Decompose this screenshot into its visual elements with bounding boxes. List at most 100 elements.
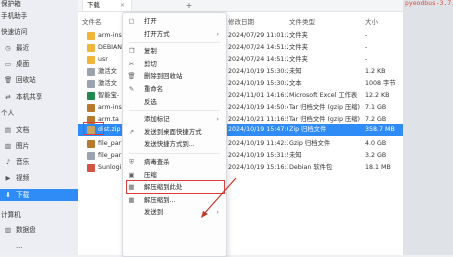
file-type: Gzip 归档文件 [289,140,331,147]
video-icon: ▶ [5,174,11,182]
column-header-modified[interactable]: 修改日期 [228,17,254,27]
menu-item[interactable]: ▢ 打开 [123,15,226,27]
cut-icon: ✂ [128,59,135,68]
sidebar-item-label: 数据盘 [16,226,36,234]
sidebar-section-header: 个人 [0,107,78,119]
sidebar-item-label: 桌面 [16,60,30,68]
sidebar-item-label: 最近 [16,44,30,52]
file-type: 文本 [289,80,302,87]
sidebar-item[interactable]: ▭ 桌面 [0,58,78,70]
menu-item-label: 添加标记 [144,115,170,124]
menu-item[interactable]: ▣ 压缩 [123,169,226,181]
tab-bar: 下载 × + [78,0,403,12]
file-modified: 2024/10/19 15:16:12 [228,164,288,171]
menu-item-label: 打开 [144,17,157,25]
menu-item-label: 发送到 [144,208,164,217]
shield-icon: ⛨ [129,158,134,166]
menu-item-label: 剪切 [144,59,157,68]
file-type: 文件夹 [289,56,308,63]
sidebar-item[interactable]: 🗑 回收站 [0,74,78,86]
menu-item[interactable]: ⛨ 病毒查杀 [123,156,226,168]
file-modified: 2024/10/19 14:50:49 [228,104,288,111]
file-modified: 2024/10/19 11:42:36 [228,140,288,147]
column-header-type[interactable]: 文件类型 [289,17,315,27]
sidebar-item-label: 计算机 [1,211,21,219]
file-size: 18.1 MB [365,164,391,171]
file-modified: 2024/07/29 11:01:28 [228,32,288,39]
menu-item-label: 发送快捷方式到... [144,140,195,149]
share-icon: ⇄ [5,93,11,101]
file-type: 未知 [289,152,302,159]
file-modified: 2024/10/19 15:30:20 [228,68,288,75]
folder-icon [87,32,95,40]
folder-icon [87,44,95,52]
sidebar-item-label: ... [16,242,23,250]
column-header-size[interactable]: 大小 [365,17,378,27]
menu-item-label: 删除到回收站 [144,72,183,81]
file-modified: 2024/11/01 14:16:26 [228,92,288,99]
archive-icon [87,104,95,112]
new-tab-button[interactable]: + [184,0,194,11]
document-icon: ▤ [4,126,12,134]
sidebar-item-label: 回收站 [16,76,36,84]
file-size: 1.2 KB [365,68,386,75]
sidebar-item[interactable]: ⬇ 下载 [0,189,78,201]
column-header-name[interactable]: 文件名 [82,17,102,27]
tab-close-icon[interactable]: × [120,1,125,9]
file-size: - [365,32,368,39]
download-icon: ⬇ [5,191,11,199]
deb-icon [87,164,95,172]
file-size: 1008 字节 [365,80,396,87]
sidebar-item-label: 手机助手 [1,12,28,20]
desktop-icon: ▭ [4,60,12,68]
filename-highlight-box [83,122,104,135]
sidebar-item-label: 图片 [16,142,30,150]
archive-icon [87,140,95,148]
menu-item[interactable]: ↗ 发送到桌面快捷方式 [123,126,226,138]
file-type: 未知 [289,68,302,75]
menu-item-highlight-box [126,180,225,195]
file-modified: 2024/07/24 14:51:28 [228,56,288,63]
sidebar-item[interactable]: ⇄ 本机共享 [0,91,78,103]
menu-item[interactable]: 反选 [123,96,226,108]
rename-icon: ✎ [128,85,135,93]
picture-icon: ▨ [4,142,12,150]
sidebar-item-label: 下载 [16,191,30,199]
menu-item-label: 压缩 [144,170,157,179]
menu-item[interactable]: 发送到 › [123,206,226,218]
chevron-right-icon: › [216,29,219,38]
sidebar-item[interactable]: ▥ 数据盘 [0,224,78,236]
clock-icon: ◷ [5,44,11,52]
sidebar-item[interactable]: ◷ 最近 [0,42,78,54]
menu-item[interactable]: ✂ 剪切 [123,58,226,70]
tab-downloads[interactable]: 下载 × [82,0,133,12]
sidebar-item[interactable]: ... [0,240,78,252]
file-modified: 2024/07/24 14:51:28 [228,44,288,51]
sidebar-section-header: 计算机 [0,209,78,221]
menu-item[interactable]: ▦ 解压缩到... [123,194,226,206]
menu-item[interactable]: 🗑 删除到回收站 [123,70,226,82]
menu-item[interactable]: ❐ 复制 [123,45,226,57]
file-type: Debian 软件包 [289,164,333,171]
menu-item[interactable]: ✎ 重命名 [123,83,226,95]
sidebar-section-header: 快速访问 [0,26,78,38]
menu-item[interactable]: 发送快捷方式到... [123,138,226,150]
menu-item[interactable]: 添加标记 › [123,113,226,125]
sidebar-section-header: 保护箱 [0,0,78,10]
sidebar-item[interactable]: ▶ 视频 [0,172,78,184]
disk-icon: ▥ [4,226,12,234]
file-size: 3.2 GB [365,152,387,159]
file-type: 文件夹 [289,32,308,39]
sidebar-item-label: 视频 [16,174,30,182]
file-icon [87,80,95,88]
sidebar-item[interactable]: ▨ 图片 [0,140,78,152]
file-icon [87,68,95,76]
file-size: 4.0 GB [365,140,387,147]
menu-item[interactable]: 打开方式 › [123,28,226,40]
tab-label: 下载 [87,1,100,9]
menu-item-label: 复制 [144,47,157,56]
code-snippet: pyeodbus-3.7. [405,0,453,7]
sidebar-item[interactable]: ▤ 文档 [0,124,78,136]
sidebar-item[interactable]: ♪ 音乐 [0,156,78,168]
music-icon: ♪ [5,158,11,166]
